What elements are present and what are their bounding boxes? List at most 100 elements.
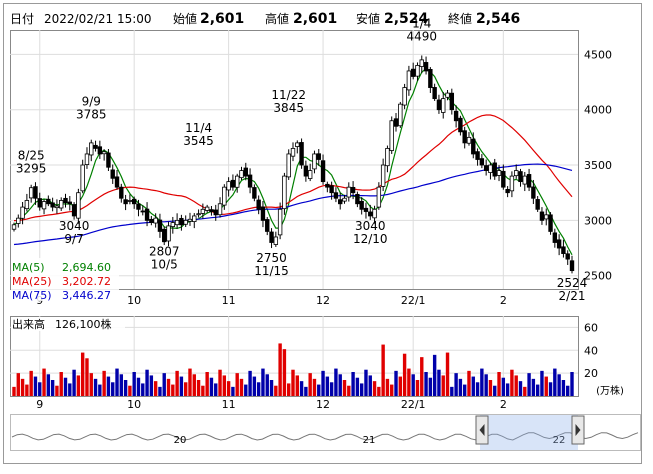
price-y-tick: 2500 [584,270,612,283]
volume-bar [119,374,124,396]
price-x-tick: 12 [316,294,330,307]
volume-bar [42,368,46,396]
navigator-range[interactable] [480,415,578,450]
volume-bar [467,370,471,396]
candle-body-up [217,203,223,216]
candle-body-down [247,174,253,188]
candle-body-down [37,198,42,208]
candle-body-down [350,186,356,194]
volume-bar [441,375,445,396]
ma75-value: 3,446.27 [62,289,111,302]
volume-bar [480,368,484,396]
candle-body-down [213,209,218,216]
volume-bar [128,385,132,396]
candle-body-down [535,199,540,210]
volume-bar [334,368,338,396]
volume-bar [12,386,16,396]
candle-body-up [76,192,81,219]
price-annotation: 11/15 [254,264,289,278]
volume-bar [231,386,235,396]
candle-body-down [110,169,115,179]
candle-body-up [24,200,30,210]
price-annotation: 2/21 [559,289,586,303]
price-annotation: 3785 [76,107,107,121]
candle-body-up [28,187,34,199]
ma25-label: MA(25) [12,275,52,288]
candle-body-down [63,197,68,204]
stock-chart: 日付 2022/02/21 15:00 始値 2,601 高値 2,601 安値… [0,0,653,470]
candle-body-up [376,186,382,208]
candle-body-down [243,167,248,177]
price-y-tick: 3000 [584,214,612,227]
candle-body-up [59,200,64,209]
candle-body-down [46,198,51,205]
volume-bar [437,369,441,396]
volume-bar [557,374,561,396]
price-x-tick: 2 [500,294,507,307]
navigator-left-handle[interactable] [475,415,489,445]
candle-body-down [548,214,553,232]
volume-y-axis: 60 40 20 [584,321,598,380]
candle-body-down [97,146,103,155]
volume-bar [222,375,227,396]
volume-bar [252,376,257,396]
candle-body-down [50,202,55,208]
datetime: 2022/02/21 15:00 [44,12,152,26]
volume-bar [141,383,145,396]
volume-bar [432,354,437,396]
volume-bar [424,372,428,396]
volume-bar [377,386,381,396]
candle-body-up [307,170,313,179]
volume-bar [85,358,89,396]
candle-body-up [544,214,549,220]
price-annotation: 4490 [406,29,437,43]
candle-body-up [204,206,210,211]
candle-body-down [471,138,476,155]
volume-bar [523,386,527,396]
candle-body-up [234,175,240,188]
ma5-value: 2,694.60 [62,261,111,274]
candle-body-up [127,200,133,202]
candle-body-up [389,120,394,151]
navigator-right-handle[interactable] [571,415,585,445]
volume-x-tick: 12 [316,398,330,411]
candle-body-down [333,192,339,199]
volume-bar [214,383,218,396]
candle-body-down [162,228,167,243]
candle-body-up [290,148,296,157]
volume-bar [505,383,510,396]
price-x-tick: 11 [222,294,236,307]
open-value: 2,601 [200,11,244,27]
price-x-tick: 22/1 [401,294,426,307]
candle-body-down [458,117,463,133]
volume-x-tick: 2 [500,398,507,411]
volume-x-tick: 9 [36,398,43,411]
candle-body-up [11,224,17,230]
volume-bar [304,386,308,396]
candle-body-up [488,164,493,173]
volume-bar [269,380,274,396]
volume-bar [325,376,330,396]
volume-bar [132,372,136,396]
candle [282,172,287,215]
volume-bar [531,378,536,396]
volume-bar [179,376,184,396]
volume-bar [394,370,398,396]
volume-bar [493,385,497,396]
volume-bar [76,375,81,396]
volume-bar [102,370,106,396]
volume-bar [25,384,29,396]
candle-body-down [475,151,480,160]
candle-body-down [539,211,545,221]
volume-bar [540,370,544,396]
candle-body-down [252,187,257,199]
candle-body-down [453,110,459,122]
volume-bar [209,377,214,396]
candle-body-down [179,217,184,226]
price-annotation: 2524 [557,276,588,290]
volume-bar [63,377,68,396]
volume-bar [226,381,231,396]
volume-bar [68,383,72,396]
candle-body-up [101,151,107,155]
volume-bar [115,368,119,396]
